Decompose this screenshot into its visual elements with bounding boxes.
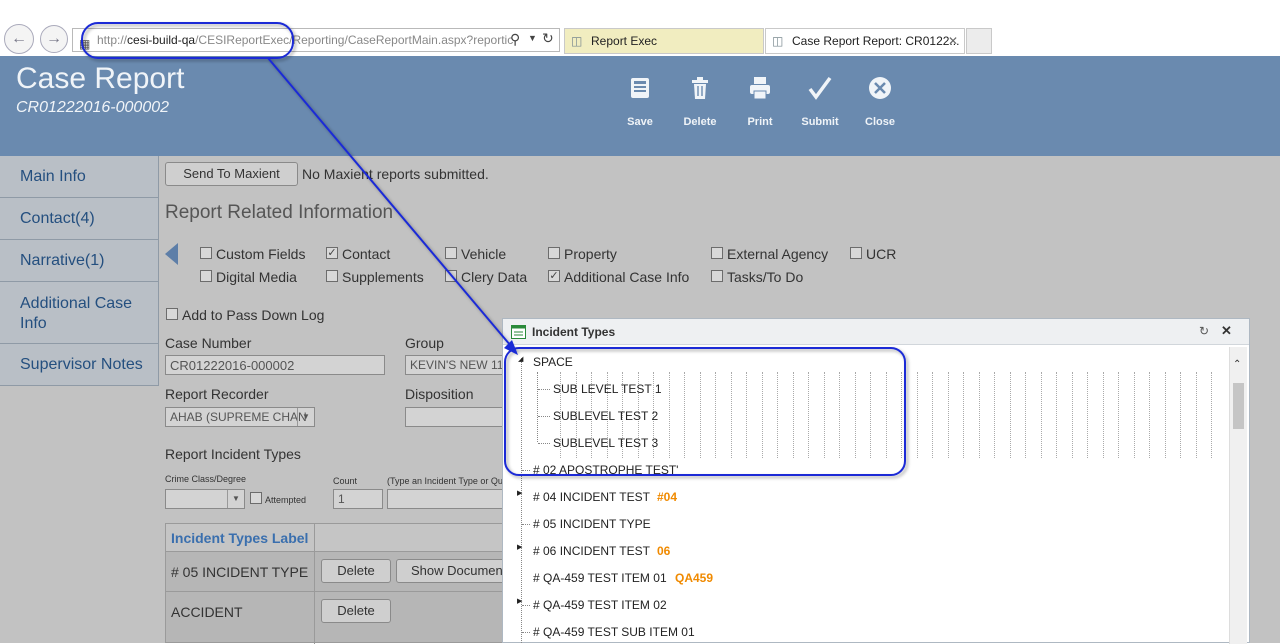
tree-highlight-box bbox=[504, 347, 906, 476]
annotation-overlay bbox=[81, 22, 906, 476]
url-highlight-box bbox=[81, 22, 294, 59]
annotation-arrow bbox=[267, 57, 517, 353]
